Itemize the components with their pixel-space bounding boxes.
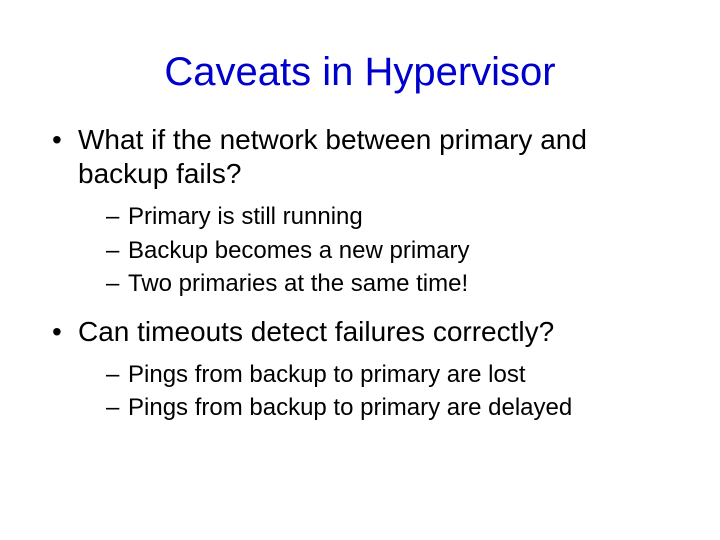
sub-bullet-text: Pings from backup to primary are lost <box>128 361 526 388</box>
slide: Caveats in Hypervisor What if the networ… <box>0 0 720 540</box>
sub-bullet-item: Primary is still running <box>106 201 680 232</box>
sub-bullet-text: Pings from backup to primary are delayed <box>128 394 572 421</box>
sub-bullet-item: Backup becomes a new primary <box>106 235 680 266</box>
bullet-text: Can timeouts detect failures correctly? <box>78 316 554 347</box>
sub-bullet-text: Primary is still running <box>128 203 363 230</box>
sub-bullet-list: Pings from backup to primary are lost Pi… <box>78 359 680 423</box>
sub-bullet-list: Primary is still running Backup becomes … <box>78 201 680 299</box>
bullet-text: What if the network between primary and … <box>78 124 587 189</box>
bullet-item: Can timeouts detect failures correctly? … <box>50 315 680 424</box>
sub-bullet-item: Two primaries at the same time! <box>106 268 680 299</box>
sub-bullet-item: Pings from backup to primary are lost <box>106 359 680 390</box>
sub-bullet-item: Pings from backup to primary are delayed <box>106 392 680 423</box>
bullet-item: What if the network between primary and … <box>50 123 680 299</box>
bullet-list: What if the network between primary and … <box>40 123 680 423</box>
sub-bullet-text: Backup becomes a new primary <box>128 237 469 264</box>
slide-title: Caveats in Hypervisor <box>40 50 680 95</box>
sub-bullet-text: Two primaries at the same time! <box>128 270 468 297</box>
